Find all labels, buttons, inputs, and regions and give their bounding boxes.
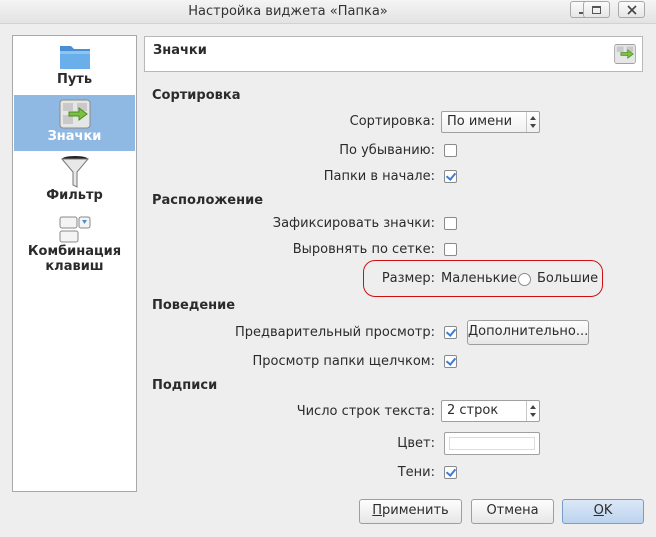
sidebar-item-label: Путь [56, 72, 93, 87]
sidebar-item-label: Комбинация [27, 244, 122, 259]
lines-spinbox-value: 2 строк [447, 403, 499, 418]
size-slider-handle[interactable] [518, 273, 531, 286]
page-list: Путь Значки Фильтр Комбинация клавиш [12, 35, 137, 492]
sidebar-item-filter[interactable]: Фильтр [14, 154, 135, 208]
size-label: Размер: [381, 271, 435, 286]
combo-arrows-icon [526, 112, 539, 132]
click-browse-checkbox[interactable] [444, 355, 457, 368]
section-captions: Подписи [152, 378, 218, 393]
lock-icons-checkbox[interactable] [444, 217, 457, 230]
shadows-checkbox[interactable] [444, 466, 457, 479]
keyboard-shortcut-icon [59, 216, 90, 243]
descending-label: По убыванию: [339, 143, 435, 158]
icons-view-icon [59, 99, 90, 129]
color-label: Цвет: [397, 436, 435, 451]
page-header: Значки [144, 36, 643, 72]
lines-spinbox[interactable]: 2 строк [441, 400, 540, 422]
sidebar-item-icons[interactable]: Значки [14, 95, 135, 151]
cancel-button[interactable]: Отмена [471, 499, 554, 524]
funnel-icon [60, 156, 89, 188]
window-title: Настройка виджета «Папка» [188, 4, 388, 19]
folders-first-label: Папки в начале: [323, 169, 435, 184]
sort-combo-value: По имени [447, 114, 513, 129]
color-picker-button[interactable] [444, 432, 540, 455]
lock-icons-label: Зафиксировать значки: [272, 216, 435, 231]
lines-label: Число строк текста: [296, 404, 435, 419]
maximize-button[interactable] [583, 1, 610, 18]
align-grid-label: Выровнять по сетке: [292, 242, 435, 257]
title-bar[interactable]: Настройка виджета «Папка» [0, 0, 656, 24]
close-icon [626, 4, 637, 15]
folders-first-checkbox[interactable] [444, 170, 457, 183]
section-sorting: Сортировка [152, 88, 241, 103]
preview-checkbox[interactable] [444, 326, 457, 339]
sidebar-item-label: Фильтр [46, 188, 103, 203]
apply-button[interactable]: Применить [359, 499, 462, 524]
size-small-label: Маленькие [441, 271, 517, 286]
preview-label: Предварительный просмотр: [234, 325, 435, 340]
folder-icon [59, 46, 90, 69]
click-browse-label: Просмотр папки щелчком: [252, 354, 435, 369]
sort-combo[interactable]: По имени [441, 111, 540, 133]
sidebar-item-label: Значки [47, 129, 102, 144]
sidebar-item-label: клавиш [45, 259, 104, 274]
align-grid-checkbox[interactable] [444, 243, 457, 256]
size-large-label: Большие [537, 271, 599, 286]
spinner-arrows-icon[interactable] [526, 401, 539, 421]
section-behavior: Поведение [152, 298, 236, 313]
icons-view-icon [614, 44, 636, 64]
section-layout: Расположение [152, 193, 264, 208]
shadows-label: Тени: [397, 465, 435, 480]
sidebar-item-path[interactable]: Путь [14, 40, 135, 94]
more-options-button[interactable]: Дополнительно... [467, 320, 589, 345]
close-button[interactable] [618, 1, 645, 18]
descending-checkbox[interactable] [444, 144, 457, 157]
sidebar-item-shortcuts[interactable]: Комбинация клавиш [14, 216, 135, 278]
ok-button[interactable]: OK [562, 499, 644, 524]
maximize-icon [592, 5, 601, 14]
page-title: Значки [153, 43, 207, 58]
sort-label: Сортировка: [349, 114, 435, 129]
